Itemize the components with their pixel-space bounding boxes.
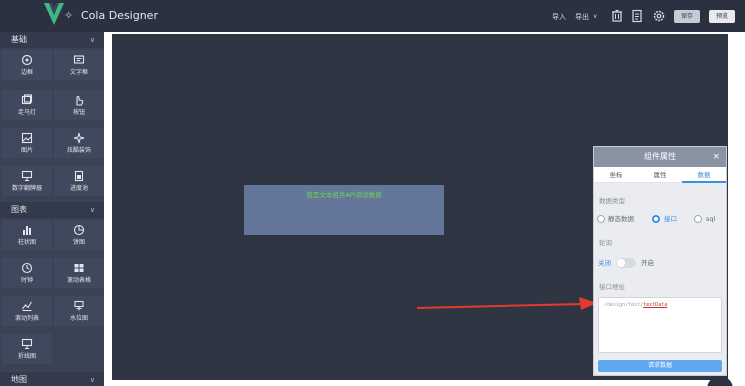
- section-title: 基础: [11, 35, 27, 44]
- panel-header: 组件属性 ×: [594, 147, 726, 167]
- clock-icon: [21, 262, 33, 274]
- tile-water[interactable]: 水位图: [54, 296, 104, 326]
- close-icon[interactable]: ×: [712, 147, 720, 167]
- tile-label: 滚动列表: [14, 315, 39, 322]
- tile-label: 图片: [20, 147, 33, 154]
- tile-flipper[interactable]: 数字翻牌器: [2, 166, 52, 196]
- tile-label: 时钟: [20, 277, 33, 284]
- tab-properties[interactable]: 属性: [638, 167, 682, 183]
- radio-static[interactable]: [597, 215, 605, 223]
- decoration-icon: [73, 132, 85, 144]
- tile-line-chart[interactable]: 折线图: [2, 334, 52, 364]
- radio-sql-label: sql: [706, 215, 716, 223]
- chevron-down-icon[interactable]: ∨: [593, 12, 597, 22]
- tile-label: 数字翻牌器: [11, 185, 42, 192]
- flipper-icon: [21, 170, 33, 181]
- polling-label: 轮询: [599, 239, 612, 247]
- tile-text[interactable]: 文字框: [54, 50, 104, 80]
- chevron-down-icon: ∨: [89, 376, 95, 384]
- panel-tabs: 坐标 属性 数据: [594, 167, 726, 183]
- section-title: 图表: [11, 205, 27, 214]
- table-icon: [74, 264, 84, 272]
- radio-api[interactable]: [652, 215, 660, 223]
- tile-progress[interactable]: 进度池: [54, 166, 104, 196]
- progress-icon: [74, 170, 84, 182]
- tab-data[interactable]: 数据: [682, 167, 726, 183]
- import-menu[interactable]: 导入: [552, 12, 566, 22]
- wand-icon: ✧: [64, 9, 74, 22]
- export-menu[interactable]: 导出: [575, 12, 589, 22]
- vue-logo-icon: [44, 3, 64, 25]
- request-data-button[interactable]: 请求数据: [598, 360, 722, 372]
- text-widget[interactable]: 我是文本组件API测试数据: [244, 185, 444, 235]
- api-url-prefix: /design/test/: [604, 302, 644, 308]
- component-sidebar: 基础 ∨ 边框 文字框 走马灯 按钮 图片 炫酷装饰 数字翻牌器 进度池 图表 …: [0, 32, 104, 386]
- radio-api-label: 接口: [664, 215, 677, 223]
- tile-label: 按钮: [72, 109, 85, 116]
- tile-label: 饼图: [72, 239, 85, 246]
- toggle-knob: [617, 259, 625, 267]
- save-button[interactable]: 保存: [674, 10, 700, 23]
- tile-border[interactable]: 边框: [2, 50, 52, 80]
- top-bar: ✧ Cola Designer 导入 导出 ∨ 保存 预览: [0, 0, 745, 32]
- water-icon: [74, 300, 84, 311]
- border-icon: [21, 54, 33, 66]
- tile-image[interactable]: 图片: [2, 128, 52, 158]
- properties-panel: 组件属性 × 坐标 属性 数据 数据类型 静态数据 接口 sql 轮询 关闭 开…: [593, 146, 727, 376]
- text-icon: [73, 55, 85, 64]
- section-header-charts[interactable]: 图表 ∨: [0, 202, 104, 218]
- tile-label: 走马灯: [17, 109, 36, 116]
- tile-label: 滚动表格: [66, 277, 91, 284]
- radio-sql[interactable]: [694, 215, 702, 223]
- polling-on-label: 开启: [641, 259, 654, 267]
- api-url-label: 接口地址: [599, 283, 625, 291]
- tile-decoration[interactable]: 炫酷装饰: [54, 128, 104, 158]
- tile-label: 柱状图: [17, 239, 36, 246]
- pie-chart-icon: [73, 224, 85, 236]
- tab-coordinates[interactable]: 坐标: [594, 167, 638, 183]
- tile-label: 文字框: [69, 69, 88, 76]
- tile-table[interactable]: 滚动表格: [54, 258, 104, 288]
- line-chart-icon: [21, 338, 33, 349]
- api-url-field[interactable]: /design/test/textData: [598, 297, 722, 353]
- tile-label: 进度池: [69, 185, 88, 192]
- tile-list[interactable]: 滚动列表: [2, 296, 52, 326]
- section-header-basic[interactable]: 基础 ∨: [0, 32, 104, 48]
- document-icon[interactable]: [630, 9, 644, 23]
- tile-clock[interactable]: 时钟: [2, 258, 52, 288]
- radio-static-label: 静态数据: [608, 215, 634, 223]
- list-icon: [22, 301, 32, 311]
- tile-label: 折线图: [17, 353, 36, 360]
- section-header-map[interactable]: 地图 ∨: [0, 372, 104, 386]
- chevron-down-icon: ∨: [89, 36, 95, 44]
- api-url-endpoint: textData: [643, 302, 668, 308]
- marquee-icon: [21, 94, 33, 105]
- polling-toggle[interactable]: [616, 258, 636, 268]
- tile-button[interactable]: 按钮: [54, 90, 104, 120]
- section-title: 地图: [11, 375, 27, 384]
- chevron-down-icon: ∨: [89, 206, 95, 214]
- image-icon: [21, 132, 33, 144]
- preview-button[interactable]: 预览: [709, 10, 735, 23]
- bar-chart-icon: [23, 226, 31, 235]
- tile-bar-chart[interactable]: 柱状图: [2, 220, 52, 250]
- settings-icon[interactable]: [652, 9, 666, 23]
- annotation-arrow-icon: [416, 297, 597, 310]
- panel-title: 组件属性: [644, 152, 676, 161]
- tile-label: 边框: [20, 69, 33, 76]
- tile-label: 水位图: [69, 315, 88, 322]
- app-title: Cola Designer: [81, 9, 158, 22]
- tile-pie-chart[interactable]: 饼图: [54, 220, 104, 250]
- trash-icon[interactable]: [610, 9, 624, 23]
- polling-off-label: 关闭: [598, 259, 611, 267]
- widget-text: 我是文本组件API测试数据: [306, 191, 382, 199]
- button-icon: [76, 95, 84, 106]
- data-type-label: 数据类型: [599, 197, 625, 205]
- tile-label: 炫酷装饰: [66, 147, 91, 154]
- tile-marquee[interactable]: 走马灯: [2, 90, 52, 120]
